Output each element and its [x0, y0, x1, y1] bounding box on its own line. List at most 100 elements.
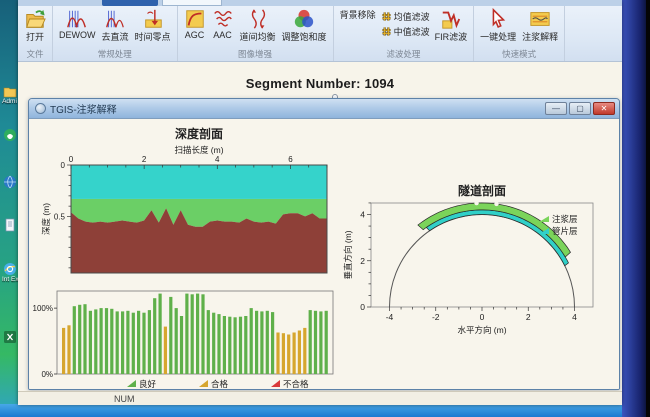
ribbon-group-常规处理: DEWOW 去直流时间零点常规处理	[53, 6, 178, 61]
ribbon-button-label: AAC	[213, 30, 232, 40]
saturation-icon	[293, 8, 315, 30]
ribbon-group-图像增强: AGC AAC 道间均衡调整饱和度图像增强	[178, 6, 334, 61]
ribbon-group-label: 文件	[21, 48, 49, 61]
ribbon-button-label: 调整饱和度	[282, 30, 327, 43]
svg-text:100%: 100%	[33, 304, 53, 313]
main-application-window: 打开文件 DEWOW 去直流时间零点常规处理 AGC AAC 道间均衡调整饱和度图像增强 背…	[18, 0, 622, 405]
ribbon-button-aac[interactable]: AAC	[209, 7, 237, 41]
ribbon-toolbar: 打开文件 DEWOW 去直流时间零点常规处理 AGC AAC 道间均衡调整饱和度图像增强 背…	[18, 6, 622, 62]
svg-text:合格: 合格	[211, 379, 229, 389]
ribbon-button-one-key[interactable]: 一键处理	[477, 7, 519, 44]
agc-icon	[184, 8, 206, 30]
ribbon-button-label: AGC	[185, 30, 205, 40]
svg-text:0: 0	[69, 155, 74, 164]
ribbon-button-label: DEWOW	[59, 30, 96, 40]
desktop-icon-baidu[interactable]	[2, 128, 17, 142]
svg-text:-2: -2	[432, 312, 440, 322]
grouting-interpret-icon	[529, 8, 551, 30]
svg-text:0%: 0%	[41, 370, 53, 379]
tgis-title-bar[interactable]: TGIS-注浆解释 — ▢ ✕	[29, 99, 619, 119]
desktop-icon-document[interactable]	[2, 218, 17, 232]
svg-text:注浆层: 注浆层	[552, 214, 578, 224]
trace-equalize-icon	[247, 8, 269, 30]
ribbon-group-label: 常规处理	[56, 48, 174, 61]
svg-text:2: 2	[142, 155, 147, 164]
minimize-button[interactable]: —	[545, 102, 567, 115]
one-key-icon	[487, 8, 509, 30]
ribbon-button-label: 背景移除	[340, 8, 376, 21]
ribbon-button-grouting-interpret[interactable]: 注浆解释	[519, 7, 561, 44]
ribbon-group-文件: 打开文件	[18, 6, 53, 61]
tgis-window: TGIS-注浆解释 — ▢ ✕ 深度剖面扫描长度 (m)024600.5深度 (…	[28, 98, 620, 390]
svg-text:隧道剖面: 隧道剖面	[458, 183, 506, 198]
svg-text:2: 2	[526, 312, 531, 322]
ribbon-button-time-zero[interactable]: 时间零点	[132, 7, 174, 44]
ribbon-button-label: 道间均衡	[240, 30, 276, 43]
tgis-content: 深度剖面扫描长度 (m)024600.5深度 (m) 0%100%良好合格不合格…	[29, 119, 619, 390]
segment-number-label: Segment Number: 1094	[18, 76, 622, 91]
ribbon-button-trace-equalize[interactable]: 道间均衡	[237, 7, 279, 44]
tgis-window-title: TGIS-注浆解释	[50, 101, 545, 116]
ribbon-button-dewow[interactable]: DEWOW	[56, 7, 99, 41]
ribbon-button-saturation[interactable]: 调整饱和度	[279, 7, 330, 44]
desktop-icon-label: Admi	[2, 98, 17, 105]
ribbon-button-label: 去直流	[102, 30, 129, 43]
svg-text:0: 0	[480, 312, 485, 322]
svg-text:2: 2	[360, 256, 365, 266]
svg-text:良好: 良好	[139, 379, 157, 389]
close-button[interactable]: ✕	[593, 102, 615, 115]
ribbon-button-label: 注浆解释	[522, 30, 558, 43]
time-zero-icon	[142, 8, 164, 30]
ribbon-button-mean-filter[interactable]: 均值滤波	[379, 9, 432, 24]
ribbon-button-remove-dc[interactable]: 去直流	[99, 7, 132, 44]
fir-filter-icon	[440, 8, 462, 30]
screen: Admi Int Exp 打开文件 DEWOW 去直流时间零点常规处理 AGC AAC 道间…	[0, 0, 650, 417]
open-folder-icon	[24, 8, 46, 30]
svg-text:水平方向 (m): 水平方向 (m)	[457, 325, 506, 335]
ribbon-button-agc[interactable]: AGC	[181, 7, 209, 41]
svg-text:扫描长度 (m): 扫描长度 (m)	[174, 145, 223, 155]
ribbon-group-快速模式: 一键处理注浆解释快速模式	[474, 6, 565, 61]
ribbon-group-滤波处理: 背景移除均值滤波中值滤波FIR滤波滤波处理	[334, 6, 475, 61]
dewow-icon	[66, 8, 88, 30]
desktop-icon-internet-explorer[interactable]: Int Exp	[2, 262, 17, 283]
desktop-right-edge	[622, 0, 648, 417]
window-controls: — ▢ ✕	[545, 102, 615, 115]
ribbon-button-label: 一键处理	[480, 30, 516, 43]
ribbon-button-median-filter[interactable]: 中值滤波	[379, 24, 432, 39]
svg-text:垂直方向 (m): 垂直方向 (m)	[343, 230, 353, 279]
aac-icon	[212, 8, 234, 30]
svg-text:6: 6	[288, 155, 293, 164]
ribbon-group-label: 图像增强	[181, 48, 330, 61]
svg-text:0: 0	[61, 161, 66, 170]
maximize-button[interactable]: ▢	[569, 102, 591, 115]
depth-profile-chart: 深度剖面扫描长度 (m)024600.5深度 (m)	[39, 123, 339, 283]
tunnel-section-chart: 隧道剖面-4-2024水平方向 (m)024垂直方向 (m)注浆层管片层	[341, 179, 619, 359]
svg-text:4: 4	[360, 210, 365, 220]
ribbon-button-open[interactable]: 打开	[21, 7, 49, 44]
ribbon-group-label: 快速模式	[477, 48, 561, 61]
svg-text:深度 (m): 深度 (m)	[41, 203, 51, 235]
ribbon-button-label: 均值滤波	[394, 10, 430, 23]
desktop-bottom	[0, 404, 648, 417]
desktop-icon-network-globe[interactable]	[2, 175, 17, 189]
svg-text:深度剖面: 深度剖面	[175, 126, 223, 141]
ribbon-button-label: 打开	[26, 30, 44, 43]
ribbon-button-bg-remove[interactable]: 背景移除	[337, 7, 379, 22]
mean-filter-icon	[381, 11, 392, 22]
desktop-background: Admi Int Exp	[0, 0, 20, 417]
remove-dc-icon	[104, 8, 126, 30]
median-filter-icon	[381, 26, 392, 37]
svg-text:-4: -4	[386, 312, 394, 322]
status-bar: NUM	[18, 391, 622, 405]
ribbon-small-button-stack: 均值滤波中值滤波	[379, 7, 432, 39]
desktop-icon-excel[interactable]	[2, 330, 17, 344]
tgis-window-icon	[35, 103, 46, 114]
desktop-icon-label: Int Exp	[2, 276, 17, 283]
ribbon-button-label: 时间零点	[135, 30, 171, 43]
ribbon-button-fir-filter[interactable]: FIR滤波	[432, 7, 471, 44]
svg-text:管片层: 管片层	[552, 226, 578, 236]
monitor-bezel	[646, 0, 650, 417]
svg-text:4: 4	[215, 155, 220, 164]
desktop-icon-user-folder[interactable]: Admi	[2, 84, 17, 105]
